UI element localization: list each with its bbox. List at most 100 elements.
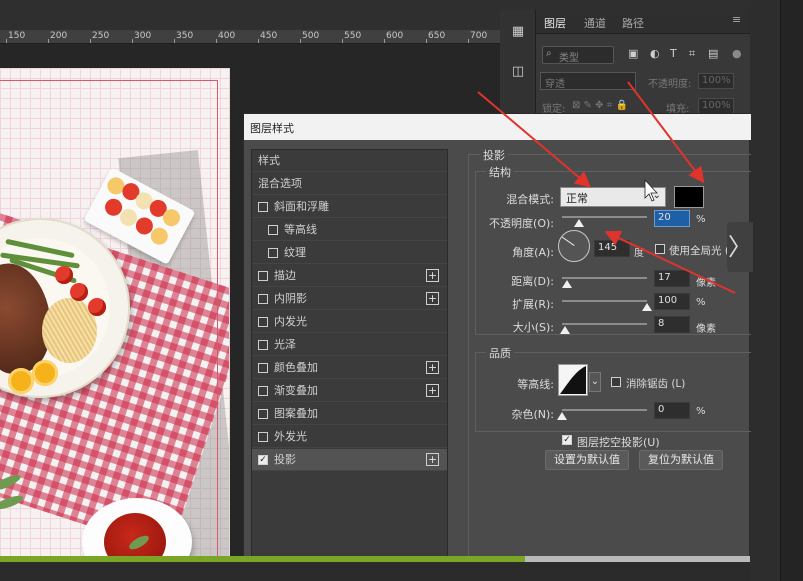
ruler-tick — [6, 39, 7, 43]
style-checkbox[interactable] — [258, 432, 268, 442]
add-style-button[interactable]: + — [426, 269, 439, 282]
style-checkbox[interactable] — [258, 317, 268, 327]
style-item[interactable]: 斜面和浮雕 — [252, 196, 447, 218]
style-checkbox[interactable]: ✓ — [258, 455, 268, 465]
knockout-checkbox[interactable]: ✓ — [562, 435, 572, 445]
style-checkbox[interactable] — [258, 340, 268, 350]
bottom-bar — [0, 562, 750, 581]
tab-channels[interactable]: 通道 — [584, 15, 606, 31]
spread-label: 扩展(R): — [512, 298, 554, 311]
style-item[interactable]: 描边 + — [252, 265, 447, 287]
antialias-checkbox[interactable] — [611, 377, 621, 387]
ruler-tick — [300, 39, 301, 43]
layer-opacity-label: 不透明度: — [648, 79, 692, 90]
style-checkbox[interactable] — [258, 271, 268, 281]
ruler-tick — [90, 39, 91, 43]
add-style-button[interactable]: + — [426, 361, 439, 374]
blend-mode-label: 混合模式: — [506, 193, 554, 206]
distance-slider-knob[interactable] — [562, 280, 573, 288]
panel-expand-chevron-icon[interactable]: 〉 — [727, 222, 753, 272]
style-checkbox[interactable] — [268, 248, 278, 258]
add-style-button[interactable]: + — [426, 292, 439, 305]
filter-toggle-icon[interactable]: ● — [732, 47, 742, 60]
style-item[interactable]: 内发光 — [252, 311, 447, 333]
layer-opacity-input[interactable]: 100% — [698, 73, 734, 89]
size-input[interactable]: 8 — [654, 316, 690, 333]
opacity-slider-knob[interactable] — [574, 219, 584, 227]
style-item[interactable]: 外发光 — [252, 426, 447, 448]
reset-default-button[interactable]: 复位为默认值 — [639, 450, 723, 470]
ruler-tick — [258, 39, 259, 43]
style-item[interactable]: 样式 — [252, 150, 447, 172]
style-item[interactable]: 混合选项 — [252, 173, 447, 195]
shape-filter-icon[interactable]: ⌗ — [689, 47, 695, 61]
set-default-button[interactable]: 设置为默认值 — [545, 450, 629, 470]
style-item[interactable]: ✓ 投影 + — [252, 449, 447, 471]
global-light-checkbox[interactable] — [655, 244, 665, 254]
size-slider-track[interactable] — [562, 323, 647, 325]
style-item[interactable]: 内阴影 + — [252, 288, 447, 310]
layer-filter-input[interactable]: ⌕ 类型 — [542, 46, 614, 64]
distance-slider-track[interactable] — [562, 277, 647, 279]
opacity-slider-track[interactable] — [562, 216, 647, 218]
style-checkbox[interactable] — [268, 225, 278, 235]
style-checkbox[interactable] — [258, 409, 268, 419]
style-item[interactable]: 渐变叠加 + — [252, 380, 447, 402]
noise-slider-knob[interactable] — [557, 412, 567, 420]
layers-panel: 图层 通道 路径 ≡ ⌕ 类型 ▣ ◐ T ⌗ ▤ ● 穿透 不透明度: 100… — [536, 10, 750, 120]
style-item[interactable]: 图案叠加 — [252, 403, 447, 425]
contour-dropdown-icon[interactable]: ⌄ — [589, 372, 601, 392]
add-style-button[interactable]: + — [426, 384, 439, 397]
adjustment-filter-icon[interactable]: ◐ — [650, 47, 660, 60]
style-checkbox[interactable] — [258, 202, 268, 212]
ruler-label: 400 — [218, 31, 236, 41]
opacity-input[interactable]: 20 — [654, 210, 690, 227]
type-filter-icon[interactable]: T — [670, 47, 677, 60]
style-checkbox[interactable] — [258, 363, 268, 373]
panel-menu-icon[interactable]: ≡ — [732, 13, 741, 26]
style-item[interactable]: 颜色叠加 + — [252, 357, 447, 379]
ruler-tick — [468, 39, 469, 43]
ruler-label: 250 — [92, 31, 110, 41]
fill-input[interactable]: 100% — [698, 98, 734, 114]
layers-panel-icon[interactable]: ▦ — [509, 24, 527, 40]
style-checkbox[interactable] — [258, 294, 268, 304]
tab-paths[interactable]: 路径 — [622, 15, 644, 31]
blend-mode-select[interactable]: 正常 ⌄ — [560, 187, 666, 207]
style-checkbox[interactable] — [258, 386, 268, 396]
channels-panel-icon[interactable]: ◫ — [509, 64, 527, 80]
ruler-tick — [426, 39, 427, 43]
opacity-unit: % — [696, 214, 706, 225]
contour-preview[interactable] — [558, 364, 588, 396]
add-style-button[interactable]: + — [426, 453, 439, 466]
ruler-label: 500 — [302, 31, 320, 41]
noise-label: 杂色(N): — [511, 408, 554, 421]
smart-object-filter-icon[interactable]: ▤ — [708, 47, 718, 60]
angle-dial[interactable] — [558, 230, 590, 262]
layer-style-dialog: 图层样式 样式 混合选项 斜面和浮雕 等高线 纹理 描边 + 内阴影 + 内发光 光泽 颜色叠加 + 渐变… — [243, 113, 751, 581]
style-item[interactable]: 等高线 — [252, 219, 447, 241]
spread-slider-knob[interactable] — [642, 303, 652, 311]
artboard-food-design[interactable] — [0, 68, 230, 573]
style-item[interactable]: 纹理 — [252, 242, 447, 264]
distance-input[interactable]: 17 — [654, 270, 690, 287]
tab-layers[interactable]: 图层 — [544, 15, 566, 31]
shadow-color-swatch[interactable] — [674, 186, 704, 208]
lock-icons[interactable]: ⊠ ✎ ✥ ⌗ 🔒 — [572, 100, 628, 111]
layers-panel-tabs: 图层 通道 路径 ≡ — [536, 10, 750, 34]
style-item-label: 颜色叠加 — [274, 361, 318, 374]
noise-slider-track[interactable] — [562, 409, 647, 411]
layer-blend-mode-select[interactable]: 穿透 — [540, 72, 636, 90]
angle-input[interactable]: 145 — [594, 240, 630, 257]
cherry-tomato — [55, 266, 73, 284]
style-item-label: 纹理 — [284, 246, 306, 259]
ruler-label: 550 — [344, 31, 362, 41]
spread-input[interactable]: 100 — [654, 293, 690, 310]
spread-slider-track[interactable] — [562, 300, 647, 302]
noise-input[interactable]: 0 — [654, 402, 690, 419]
style-item-label: 光泽 — [274, 338, 296, 351]
size-slider-knob[interactable] — [559, 326, 570, 334]
pixel-filter-icon[interactable]: ▣ — [628, 47, 638, 60]
style-item[interactable]: 光泽 — [252, 334, 447, 356]
spread-unit: % — [696, 297, 706, 308]
